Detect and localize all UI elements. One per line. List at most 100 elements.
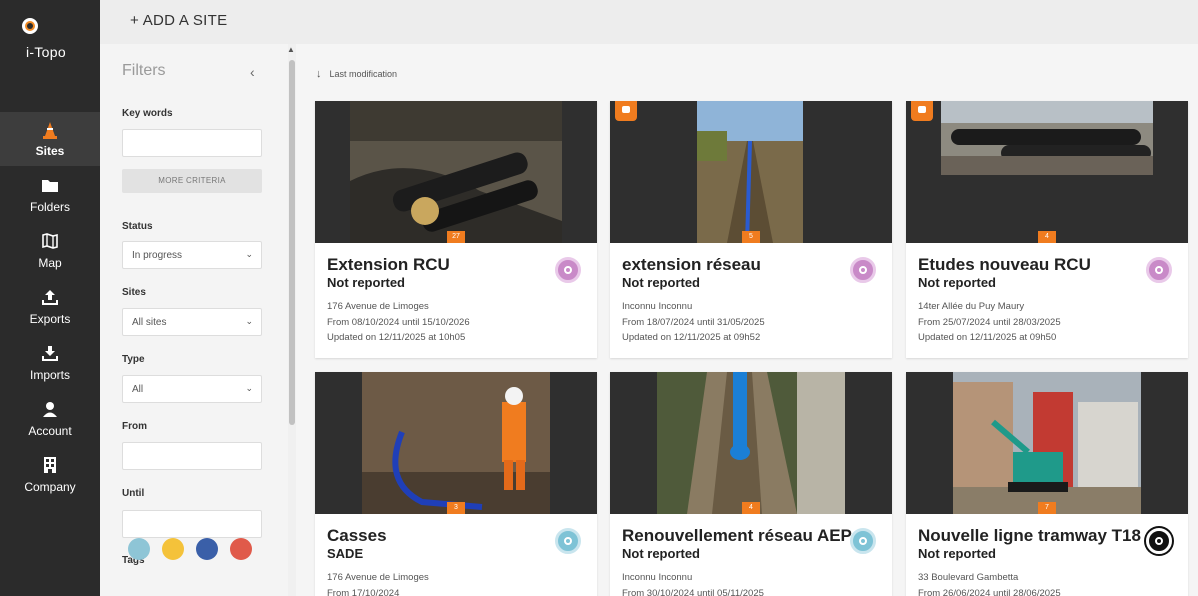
sites-value: All sites: [132, 317, 167, 328]
until-date-input[interactable]: [122, 510, 262, 538]
site-type-badge-icon: [615, 101, 637, 121]
status-label: Status: [122, 221, 153, 232]
sites-select[interactable]: All sites ⌄: [122, 308, 262, 336]
site-card[interactable]: 3 Casses SADE 176 Avenue de Limoges From…: [315, 372, 597, 596]
electricity-tag-icon[interactable]: [230, 538, 252, 560]
nav-label: Company: [24, 480, 76, 494]
nav-item-sites[interactable]: Sites: [0, 112, 100, 166]
photo-count-badge: 5: [742, 231, 760, 243]
heat-network-icon: [1146, 257, 1172, 283]
logo-text: i-Topo: [26, 44, 66, 60]
site-period: From 18/07/2024 until 31/05/2025: [622, 317, 765, 328]
status-value: In progress: [132, 250, 183, 261]
nav-label: Exports: [29, 312, 71, 326]
add-site-button[interactable]: + ADD A SITE: [130, 12, 227, 29]
sort-label: Last modification: [329, 69, 398, 79]
site-title: Nouvelle ligne tramway T18: [918, 526, 1141, 545]
chevron-down-icon: ⌄: [245, 383, 253, 393]
site-card[interactable]: 4 Renouvellement réseau AEP Not reported…: [610, 372, 892, 596]
keywords-label: Key words: [122, 108, 173, 119]
scroll-up-arrow-icon[interactable]: ▲: [287, 45, 295, 54]
water-drop-icon: [850, 528, 876, 554]
site-updated: Updated on 12/11/2025 at 09h52: [622, 332, 761, 343]
nav-label: Map: [38, 256, 62, 270]
site-card[interactable]: 27 Extension RCU Not reported 176 Avenue…: [315, 101, 597, 358]
site-updated: Updated on 12/11/2025 at 09h50: [918, 332, 1057, 343]
nav-label: Imports: [29, 368, 70, 382]
nav-item-folders[interactable]: Folders: [0, 168, 100, 222]
nav-item-imports[interactable]: Imports: [0, 336, 100, 390]
more-criteria-button[interactable]: MORE CRITERIA: [122, 169, 262, 193]
photo-count-badge: 4: [742, 502, 760, 514]
site-card[interactable]: 4 Etudes nouveau RCU Not reported 14ter …: [906, 101, 1188, 358]
location-pin-icon: [1146, 528, 1172, 554]
site-title: Casses: [327, 526, 387, 545]
site-status: Not reported: [918, 546, 996, 561]
cone-icon: [0, 120, 100, 142]
site-photo: 27: [315, 101, 597, 243]
building-icon: [0, 456, 100, 478]
sites-label: Sites: [122, 287, 146, 298]
nav-item-map[interactable]: Map: [0, 224, 100, 278]
site-status: Not reported: [327, 275, 405, 290]
download-icon: [0, 344, 100, 366]
user-icon: [0, 400, 100, 422]
site-address: 33 Boulevard Gambetta: [918, 572, 1019, 583]
site-status: Not reported: [918, 275, 996, 290]
site-status: Not reported: [622, 546, 700, 561]
site-address: 176 Avenue de Limoges: [327, 301, 429, 312]
site-address: Inconnu Inconnu: [622, 301, 693, 312]
filters-title: Filters: [122, 62, 166, 79]
site-period: From 25/07/2024 until 28/03/2025: [918, 317, 1061, 328]
nav-item-account[interactable]: Account: [0, 392, 100, 446]
site-address: 14ter Allée du Puy Maury: [918, 301, 1025, 312]
app-logo[interactable]: i-Topo: [18, 18, 88, 68]
map-icon: [0, 232, 100, 254]
site-photo: 4: [906, 101, 1188, 243]
gas-tag-icon[interactable]: [162, 538, 184, 560]
main-navigation: i-Topo Sites Folders Map Exports Imports: [0, 0, 100, 596]
from-date-input[interactable]: [122, 442, 262, 470]
site-title: extension réseau: [622, 255, 761, 274]
keywords-input[interactable]: [122, 129, 262, 157]
site-card[interactable]: 7 Nouvelle ligne tramway T18 Not reporte…: [906, 372, 1188, 596]
photo-count-badge: 7: [1038, 502, 1056, 514]
site-period: From 08/10/2024 until 15/10/2026: [327, 317, 470, 328]
type-value: All: [132, 384, 144, 395]
sites-grid-area: ↓ Last modification 27 Extension RCU Not …: [296, 44, 1198, 596]
sort-control[interactable]: ↓ Last modification: [316, 68, 397, 80]
upload-icon: [0, 288, 100, 310]
status-select[interactable]: In progress ⌄: [122, 241, 262, 269]
photo-count-badge: 27: [447, 231, 465, 243]
site-photo: 4: [610, 372, 892, 514]
nav-label: Folders: [29, 200, 70, 214]
site-address: Inconnu Inconnu: [622, 572, 693, 583]
water-drop-icon: [555, 528, 581, 554]
nav-item-company[interactable]: Company: [0, 448, 100, 502]
type-select[interactable]: All ⌄: [122, 375, 262, 403]
site-period: From 26/06/2024 until 28/06/2025: [918, 588, 1061, 596]
heat-network-icon: [555, 257, 581, 283]
site-status: SADE: [327, 546, 364, 561]
logo-pin-icon: [22, 18, 38, 34]
site-title: Etudes nouveau RCU: [918, 255, 1091, 274]
nav-label: Sites: [35, 144, 65, 158]
nav-label: Account: [28, 424, 72, 438]
top-bar: + ADD A SITE: [100, 0, 1198, 44]
site-status: Not reported: [622, 275, 700, 290]
telecom-tag-icon[interactable]: [196, 538, 218, 560]
site-period: From 17/10/2024: [327, 588, 400, 596]
site-title: Renouvellement réseau AEP: [622, 526, 852, 545]
until-label: Until: [122, 488, 145, 499]
site-photo: 5: [610, 101, 892, 243]
site-updated: Updated on 12/11/2025 at 10h05: [327, 332, 466, 343]
site-photo: 7: [906, 372, 1188, 514]
nav-item-exports[interactable]: Exports: [0, 280, 100, 334]
site-address: 176 Avenue de Limoges: [327, 572, 429, 583]
site-card[interactable]: 5 extension réseau Not reported Inconnu …: [610, 101, 892, 358]
site-period: From 30/10/2024 until 05/11/2025: [622, 588, 764, 596]
water-drop-tag-icon[interactable]: [128, 538, 150, 560]
collapse-chevron-icon[interactable]: ‹: [250, 64, 255, 80]
photo-count-badge: 4: [1038, 231, 1056, 243]
scrollbar-thumb[interactable]: [289, 60, 295, 425]
